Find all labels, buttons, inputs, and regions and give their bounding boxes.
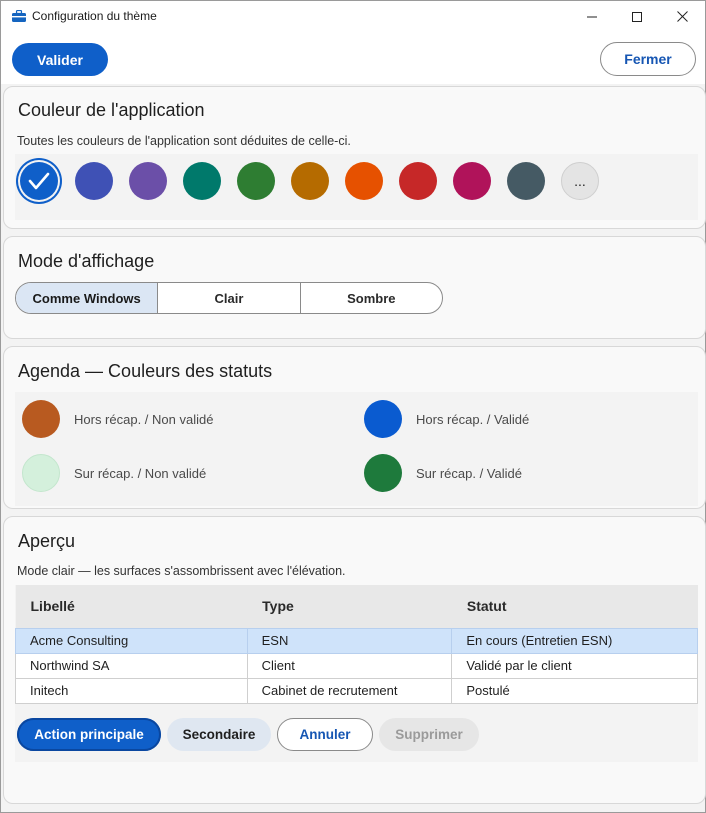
display-mode-title: Mode d'affichage (18, 251, 155, 271)
maximize-button[interactable] (614, 1, 660, 32)
agenda-status-grid: Hors récap. / Non validé Hors récap. / V… (15, 392, 698, 506)
table-cell: Cabinet de recrutement (246, 677, 453, 704)
swatch-color-2[interactable] (75, 162, 113, 200)
swatch-color-9[interactable] (453, 162, 491, 200)
status-color-sur-recap-non-valide[interactable] (22, 454, 60, 492)
preview-subtitle: Mode clair — les surfaces s'assombrissen… (17, 564, 346, 578)
status-color-sur-recap-valide[interactable] (364, 454, 402, 492)
swatch-row: ... (15, 154, 698, 220)
maximize-icon (632, 11, 642, 22)
toolbar: Valider Fermer (1, 32, 705, 84)
column-header-statut[interactable]: Statut (451, 585, 698, 628)
status-label-sur-recap-valide: Sur récap. / Validé (416, 466, 522, 481)
swatch-color-4[interactable] (183, 162, 221, 200)
agenda-card: Agenda — Couleurs des statuts Hors récap… (3, 346, 706, 509)
minimize-icon (587, 16, 597, 17)
table-cell: En cours (Entretien ESN) (451, 627, 698, 654)
table-cell: ESN (246, 627, 453, 654)
swatch-color-1[interactable] (20, 162, 58, 200)
mode-option-light[interactable]: Clair (158, 283, 301, 313)
window-title: Configuration du thème (32, 9, 157, 23)
checkmark-icon (28, 172, 50, 190)
swatch-color-3[interactable] (129, 162, 167, 200)
primary-action-button[interactable]: Action principale (17, 718, 161, 751)
table-cell: Northwind SA (15, 652, 248, 679)
toolbox-icon (12, 10, 26, 22)
preview-table: Libellé Type Statut Acme Consulting ESN … (15, 585, 698, 704)
minimize-button[interactable] (569, 1, 615, 32)
app-color-title: Couleur de l'application (18, 100, 205, 120)
table-cell: Validé par le client (451, 652, 698, 679)
close-window-button[interactable] (659, 1, 705, 32)
title-bar: Configuration du thème (1, 1, 705, 32)
table-header-row: Libellé Type Statut (15, 585, 698, 628)
preview-card: Aperçu Mode clair — les surfaces s'assom… (3, 516, 706, 804)
table-cell: Acme Consulting (15, 627, 248, 654)
table-cell: Postulé (451, 677, 698, 704)
status-label-hors-recap-non-valide: Hors récap. / Non validé (74, 412, 214, 427)
preview-title: Aperçu (18, 531, 76, 551)
display-mode-selector: Comme Windows Clair Sombre (15, 282, 443, 314)
cancel-button[interactable]: Annuler (277, 718, 373, 751)
swatch-color-6[interactable] (291, 162, 329, 200)
status-label-hors-recap-valide: Hors récap. / Validé (416, 412, 530, 427)
swatch-color-10[interactable] (507, 162, 545, 200)
table-row[interactable]: Northwind SA Client Validé par le client (15, 652, 698, 679)
mode-option-dark[interactable]: Sombre (301, 283, 442, 313)
delete-button: Supprimer (379, 718, 479, 751)
swatch-color-5[interactable] (237, 162, 275, 200)
theme-config-window: Configuration du thème Valider Fermer Co… (0, 0, 706, 813)
swatch-color-8[interactable] (399, 162, 437, 200)
more-colors-button[interactable]: ... (561, 162, 599, 200)
column-header-type[interactable]: Type (247, 585, 452, 628)
table-cell: Initech (15, 677, 248, 704)
validate-button[interactable]: Valider (12, 43, 108, 76)
table-row[interactable]: Initech Cabinet de recrutement Postulé (15, 677, 698, 704)
close-icon (676, 11, 688, 22)
mode-option-windows[interactable]: Comme Windows (16, 283, 159, 313)
close-button[interactable]: Fermer (600, 42, 696, 76)
table-cell: Client (246, 652, 453, 679)
table-row[interactable]: Acme Consulting ESN En cours (Entretien … (15, 627, 698, 654)
status-label-sur-recap-non-valide: Sur récap. / Non validé (74, 466, 207, 481)
status-color-hors-recap-valide[interactable] (364, 400, 402, 438)
secondary-button[interactable]: Secondaire (167, 718, 271, 751)
agenda-title: Agenda — Couleurs des statuts (18, 361, 273, 381)
status-color-hors-recap-non-valide[interactable] (22, 400, 60, 438)
column-header-libelle[interactable]: Libellé (15, 585, 248, 628)
app-color-subtitle: Toutes les couleurs de l'application son… (17, 134, 351, 148)
display-mode-card: Mode d'affichage Comme Windows Clair Som… (3, 236, 706, 339)
app-color-card: Couleur de l'application Toutes les coul… (3, 86, 706, 229)
swatch-color-7[interactable] (345, 162, 383, 200)
